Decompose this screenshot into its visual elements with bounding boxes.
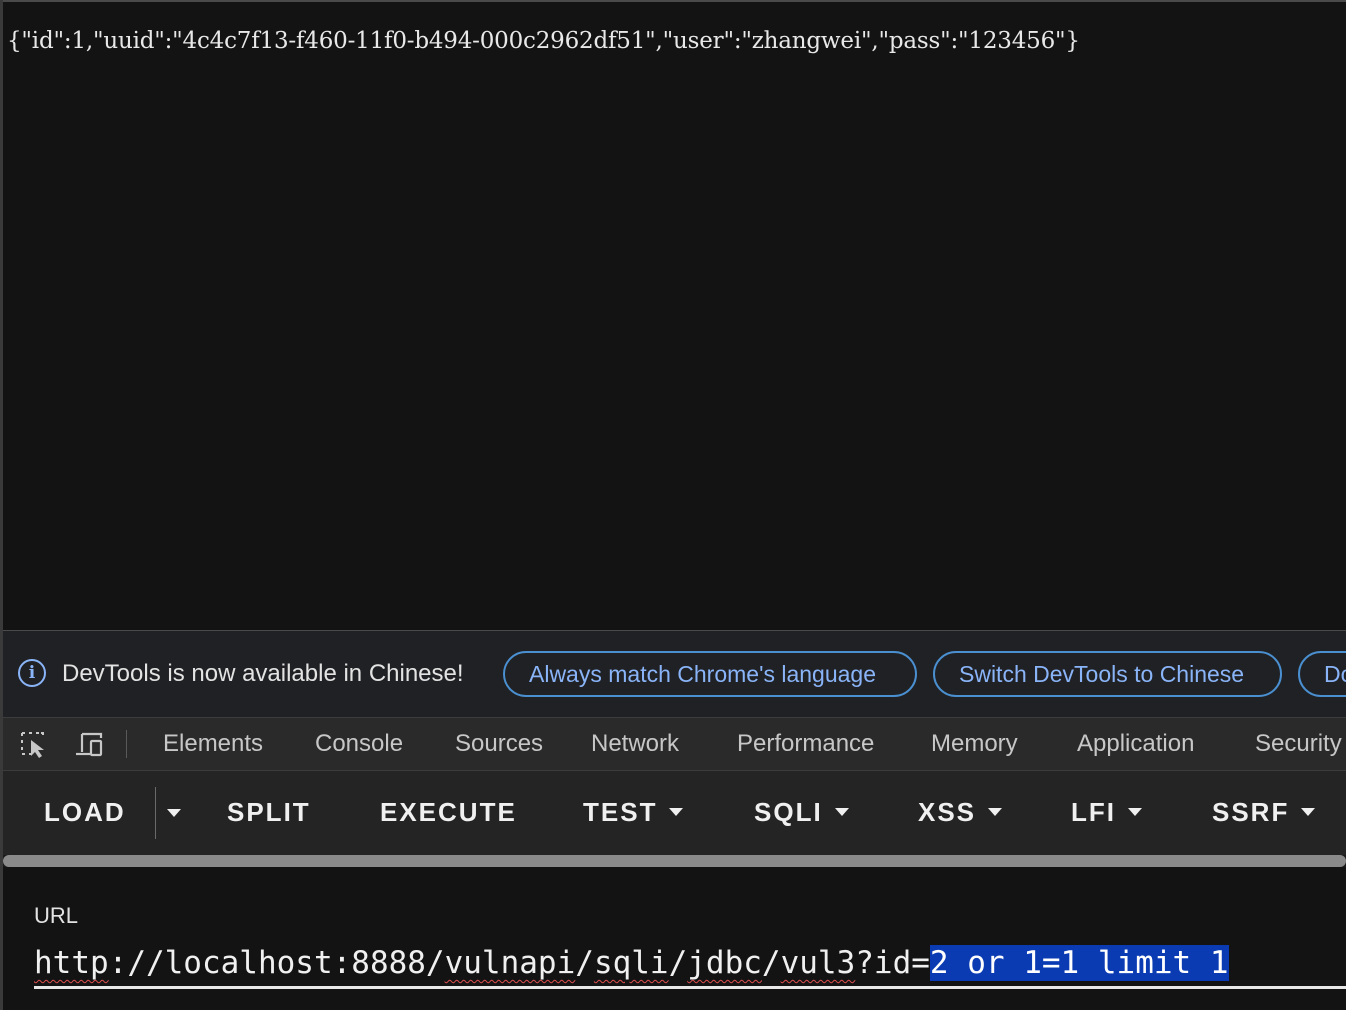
toolbar-separator (126, 730, 127, 758)
split-button[interactable]: SPLIT (227, 797, 311, 828)
dont-show-again-button[interactable]: Do (1298, 651, 1346, 697)
url-selected-text: 2 or 1=1 limit 1 (929, 945, 1229, 981)
tab-console[interactable]: Console (315, 730, 403, 758)
info-icon: i (18, 659, 46, 687)
chevron-down-icon (669, 808, 684, 817)
execute-button[interactable]: EXECUTE (380, 797, 517, 828)
url-segment: / (761, 945, 781, 981)
tab-application[interactable]: Application (1077, 730, 1194, 758)
load-dropdown-caret-icon[interactable] (167, 809, 181, 817)
hackbar-url-section: URL http://localhost:8888/vulnapi/sqli/j… (3, 867, 1346, 1010)
tab-network[interactable]: Network (591, 730, 679, 758)
json-response-text: {"id":1,"uuid":"4c4c7f13-f460-11f0-b494-… (7, 28, 1080, 54)
always-match-language-button[interactable]: Always match Chrome's language (503, 651, 917, 697)
tab-elements[interactable]: Elements (163, 730, 263, 758)
url-segment: vul3 (780, 945, 856, 981)
sqli-menu-label: SQLI (754, 797, 823, 827)
url-segment: / (575, 945, 594, 981)
devtools-tab-bar: Elements Console Sources Network Perform… (3, 718, 1346, 771)
inspect-element-icon[interactable] (19, 730, 51, 758)
horizontal-scrollbar[interactable] (3, 855, 1346, 867)
chevron-down-icon (1301, 808, 1316, 817)
device-toolbar-icon[interactable] (73, 730, 105, 758)
hackbar-toolbar: LOAD SPLIT EXECUTE TEST SQLI XSS LFI SSR… (3, 771, 1346, 855)
ssrf-menu-label: SSRF (1212, 797, 1290, 827)
devtools-panel: i DevTools is now available in Chinese! … (3, 630, 1346, 1010)
load-split-divider (155, 787, 156, 839)
page-viewport: {"id":1,"uuid":"4c4c7f13-f460-11f0-b494-… (3, 2, 1346, 630)
url-segment: ://localhost:8888/ (108, 945, 445, 981)
url-segment: sqli (593, 945, 669, 981)
tab-memory[interactable]: Memory (931, 730, 1018, 758)
devtools-language-infobar: i DevTools is now available in Chinese! … (3, 631, 1346, 718)
load-button[interactable]: LOAD (44, 797, 126, 828)
url-input[interactable]: http://localhost:8888/vulnapi/sqli/jdbc/… (34, 939, 1346, 989)
tab-performance[interactable]: Performance (737, 730, 874, 758)
ssrf-menu-button[interactable]: SSRF (1212, 797, 1316, 828)
sqli-menu-button[interactable]: SQLI (754, 797, 849, 828)
test-menu-button[interactable]: TEST (583, 797, 684, 828)
chevron-down-icon (988, 808, 1003, 817)
url-segment: http (34, 945, 109, 981)
test-menu-label: TEST (583, 797, 658, 827)
lfi-menu-label: LFI (1071, 797, 1116, 827)
chevron-down-icon (834, 808, 849, 817)
tab-sources[interactable]: Sources (455, 730, 543, 758)
infobar-message: DevTools is now available in Chinese! (62, 660, 464, 687)
xss-menu-button[interactable]: XSS (918, 797, 1003, 828)
tab-security[interactable]: Security (1255, 730, 1342, 758)
url-segment: vulnapi (444, 945, 576, 981)
chevron-down-icon (1128, 808, 1142, 817)
scrollbar-thumb[interactable] (3, 855, 1346, 867)
url-segment: ?id= (855, 945, 930, 981)
lfi-menu-button[interactable]: LFI (1071, 797, 1142, 828)
url-segment: jdbc (687, 945, 762, 981)
url-label: URL (34, 903, 79, 928)
xss-menu-label: XSS (918, 797, 977, 827)
url-segment: / (668, 945, 688, 981)
switch-to-chinese-button[interactable]: Switch DevTools to Chinese (933, 651, 1282, 697)
